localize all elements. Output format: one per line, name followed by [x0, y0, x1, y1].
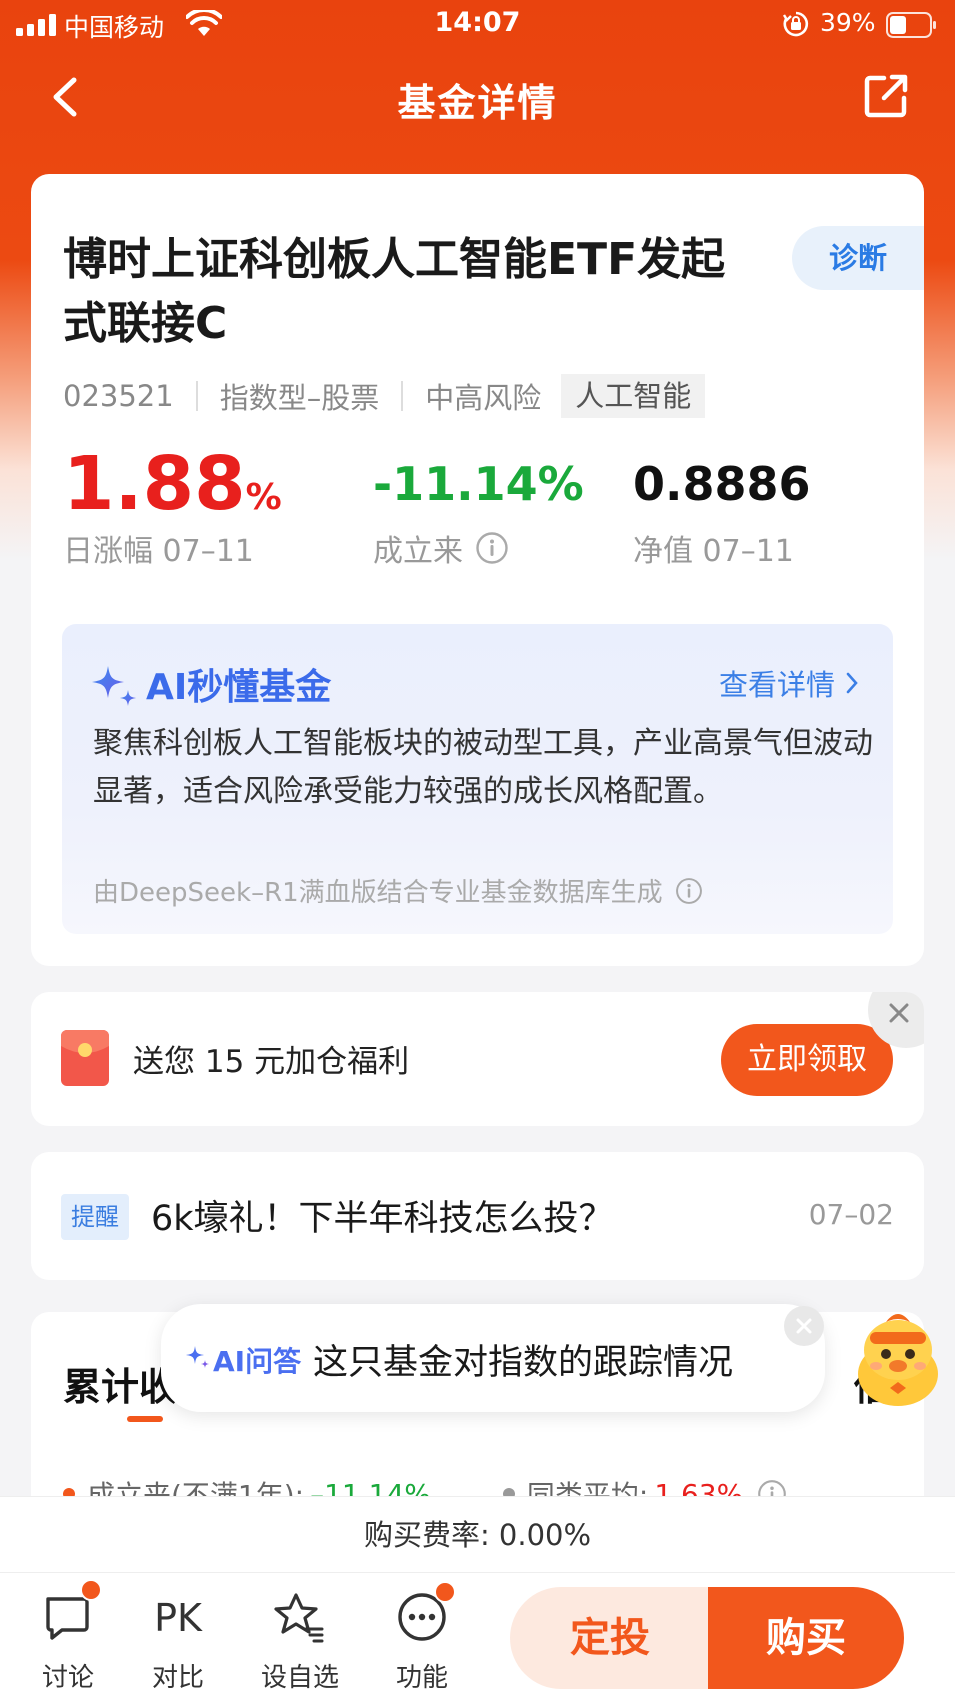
- tool-compare[interactable]: PK 对比: [130, 1591, 226, 1694]
- tool-label: 讨论: [41, 1663, 94, 1693]
- sip-button[interactable]: 定投: [510, 1587, 710, 1689]
- diagnose-button[interactable]: 诊断: [792, 226, 924, 290]
- battery-percent: 39%: [820, 8, 876, 37]
- notice-tag: 提醒: [61, 1194, 129, 1240]
- orientation-lock-icon: [782, 11, 809, 37]
- fund-name: 博时上证科创板人工智能ETF发起式联接C: [63, 234, 726, 349]
- info-icon[interactable]: [475, 531, 509, 565]
- ai-summary-text: 聚焦科创板人工智能板块的被动型工具，产业高景气但波动显著，适合风险承受能力较强的…: [93, 726, 873, 809]
- buy-button[interactable]: 购买: [708, 1587, 904, 1689]
- ai-ask-tag: AI问答: [213, 1345, 302, 1378]
- chevron-right-icon: [846, 672, 858, 694]
- status-bar: 中国移动 14:07 39%: [0, 0, 955, 50]
- ai-view-details-link[interactable]: 查看详情: [719, 662, 859, 704]
- sparkle-icon: [92, 666, 136, 706]
- purchase-fee-bar: 购买费率: 0.00%: [0, 1496, 955, 1572]
- divider: [401, 381, 404, 411]
- close-icon: [889, 1003, 909, 1023]
- claim-button[interactable]: 立即领取: [721, 1024, 893, 1096]
- promo-text: 送您 15 元加仓福利: [133, 1044, 410, 1080]
- battery-icon: [886, 12, 936, 38]
- section-title[interactable]: 累计收: [63, 1356, 177, 1411]
- theme-tag[interactable]: 人工智能: [561, 374, 706, 418]
- sparkle-icon: [186, 1346, 209, 1368]
- since-inception-label: 成立来: [373, 526, 584, 570]
- daily-change-stat: 1.88% 日涨幅 07–11: [63, 444, 282, 570]
- ai-summary-panel[interactable]: AI秒懂基金 查看详情 聚焦科创板人工智能板块的被动型工具，产业高景气但波动显著…: [62, 624, 893, 934]
- nav-value: 0.8886: [633, 457, 811, 511]
- ai-summary-title: AI秒懂基金: [146, 667, 332, 708]
- ai-source-note: 由DeepSeek–R1满血版结合专业基金数据库生成: [93, 872, 703, 909]
- tool-watchlist[interactable]: 设自选: [252, 1591, 348, 1694]
- tool-label: 对比: [151, 1663, 204, 1693]
- svg-text:PK: PK: [154, 1596, 203, 1640]
- pk-icon: PK: [154, 1596, 203, 1640]
- active-tab-indicator: [127, 1416, 163, 1422]
- ai-ask-question: 这只基金对指数的跟踪情况: [313, 1343, 734, 1383]
- ai-bubble-close-button[interactable]: [784, 1306, 824, 1346]
- nav-value-stat: 0.8886 净值 07–11: [633, 444, 811, 570]
- mascot-chick-icon[interactable]: [850, 1310, 946, 1410]
- tool-discuss[interactable]: 讨论: [20, 1579, 116, 1694]
- notification-badge: [434, 1581, 456, 1603]
- fund-risk: 中高风险: [425, 381, 542, 415]
- clock: 14:07: [434, 7, 521, 38]
- tool-label: 设自选: [260, 1663, 339, 1693]
- daily-change-value: 1.88%: [63, 441, 282, 527]
- page-title: 基金详情: [397, 81, 558, 125]
- share-icon[interactable]: [862, 72, 910, 120]
- nav-value-label: 净值 07–11: [633, 534, 794, 569]
- close-icon: [796, 1318, 812, 1334]
- notification-badge: [80, 1579, 102, 1601]
- fund-code: 023521: [63, 379, 174, 413]
- notice-card[interactable]: 提醒 6k壕礼！下半年科技怎么投？ 07–02: [31, 1152, 924, 1280]
- tool-label: 功能: [395, 1663, 448, 1693]
- promo-banner: 送您 15 元加仓福利 立即领取: [31, 992, 924, 1126]
- notice-text: 6k壕礼！下半年科技怎么投？: [151, 1199, 614, 1239]
- star-list-icon: [274, 1593, 324, 1643]
- daily-change-label: 日涨幅 07–11: [63, 534, 254, 569]
- red-envelope-icon: [61, 1030, 109, 1086]
- fund-overview-card: 博时上证科创板人工智能ETF发起式联接C 诊断 023521 指数型–股票 中高…: [31, 174, 924, 966]
- notice-date: 07–02: [808, 1198, 894, 1231]
- info-icon[interactable]: [675, 877, 703, 905]
- tool-functions[interactable]: 功能: [374, 1581, 470, 1694]
- bottom-action-bar: 讨论 PK 对比 设自选 功能 定投 购买: [0, 1572, 955, 1697]
- fund-type: 指数型–股票: [219, 381, 380, 415]
- ai-ask-bubble[interactable]: AI问答 这只基金对指数的跟踪情况: [161, 1304, 825, 1412]
- since-inception-stat: -11.14% 成立来: [373, 444, 584, 570]
- since-inception-value: -11.14%: [373, 457, 584, 511]
- fund-meta-row: 023521 指数型–股票 中高风险 人工智能: [63, 374, 706, 418]
- divider: [195, 381, 198, 411]
